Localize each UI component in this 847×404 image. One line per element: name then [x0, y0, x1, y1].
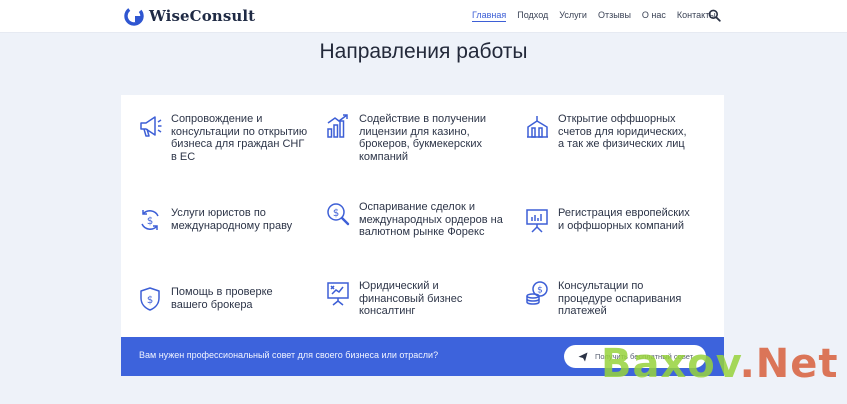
service-label: Регистрация европейских и оффшорных комп…	[558, 207, 690, 232]
service-label: Сопровождение и консультации по открытию…	[171, 113, 308, 163]
service-item-business-opening[interactable]: Сопровождение и консультации по открытию…	[138, 113, 308, 163]
svg-text:$: $	[147, 216, 153, 227]
svg-text:$: $	[147, 295, 153, 306]
service-item-company-registration[interactable]: Регистрация европейских и оффшорных комп…	[525, 207, 695, 233]
svg-text:$: $	[333, 208, 339, 219]
nav-services[interactable]: Услуги	[559, 10, 587, 22]
service-label: Услуги юристов по международному праву	[171, 207, 293, 232]
dollar-exchange-icon: $	[141, 210, 159, 230]
nav-about[interactable]: О нас	[642, 10, 666, 22]
dollar-search-icon: $	[327, 203, 350, 226]
main-nav: Главная Подход Услуги Отзывы О нас Конта…	[472, 10, 727, 22]
brand-name: WiseConsult	[149, 7, 256, 25]
search-icon[interactable]	[708, 9, 721, 22]
brand-logo[interactable]: WiseConsult	[124, 5, 255, 27]
service-label: Юридический и финансовый бизнес консалти…	[359, 280, 463, 317]
strategy-board-icon	[327, 282, 349, 306]
get-free-advice-label: Получить бесплатный совет	[595, 352, 694, 361]
service-item-licensing[interactable]: Содействие в получении лицензии для кази…	[326, 113, 506, 163]
send-icon	[578, 352, 588, 361]
service-label: Открытие оффшорных счетов для юридически…	[558, 113, 687, 150]
coins-dollar-icon: $	[526, 281, 548, 305]
services-card: Сопровождение и консультации по открытию…	[121, 95, 724, 337]
service-label: Оспаривание сделок и международных ордер…	[359, 201, 503, 238]
svg-text:$: $	[537, 286, 543, 296]
service-label: Консультации по процедуре оспаривания пл…	[558, 280, 682, 317]
nav-home[interactable]: Главная	[472, 10, 507, 22]
cta-banner: Вам нужен профессиональный совет для сво…	[121, 337, 724, 376]
presentation-board-icon	[526, 209, 548, 233]
megaphone-icon	[140, 116, 162, 137]
service-label: Содействие в получении лицензии для кази…	[359, 113, 487, 163]
service-item-chargeback-consulting[interactable]: $ Консультации по процедуре оспаривания …	[525, 280, 695, 318]
cta-text: Вам нужен профессиональный совет для сво…	[139, 350, 439, 360]
service-item-offshore-accounts[interactable]: Открытие оффшорных счетов для юридически…	[525, 113, 695, 151]
growth-chart-icon	[327, 114, 348, 138]
top-navigation-bar: WiseConsult Главная Подход Услуги Отзывы…	[0, 0, 847, 33]
service-item-broker-check[interactable]: $ Помощь в проверке вашего брокера	[138, 286, 308, 312]
nav-approach[interactable]: Подход	[517, 10, 548, 22]
bank-building-icon	[527, 116, 548, 138]
watermark-part-2: .Net	[739, 341, 839, 387]
page-title: Направления работы	[319, 40, 528, 63]
service-item-international-lawyers[interactable]: $ Услуги юристов по международному праву	[138, 207, 308, 233]
brand-mark-icon	[124, 6, 144, 26]
get-free-advice-button[interactable]: Получить бесплатный совет	[564, 345, 706, 368]
service-item-forex-disputes[interactable]: $ Оспаривание сделок и международных орд…	[326, 201, 506, 239]
service-item-business-consulting[interactable]: Юридический и финансовый бизнес консалти…	[326, 280, 506, 318]
dollar-shield-icon: $	[140, 287, 160, 311]
nav-reviews[interactable]: Отзывы	[598, 10, 631, 22]
service-label: Помощь в проверке вашего брокера	[171, 286, 273, 311]
